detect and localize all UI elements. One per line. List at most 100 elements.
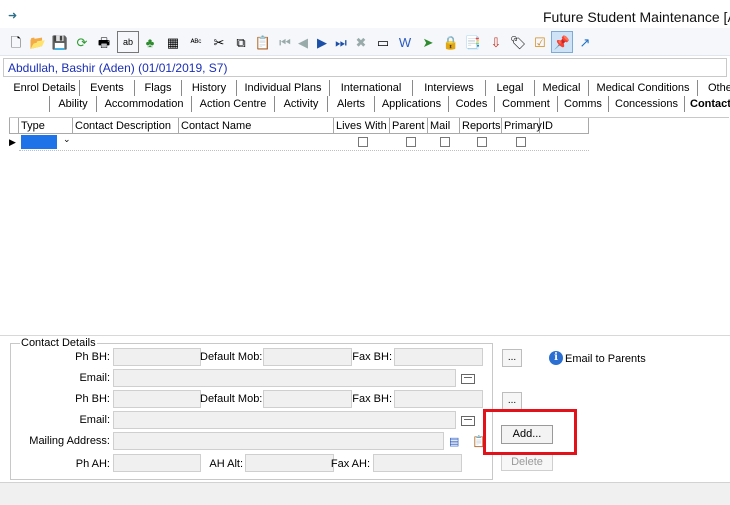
type-select[interactable]: ⌄ xyxy=(21,134,73,149)
fax-bh-field-1[interactable] xyxy=(394,348,483,366)
delete-button[interactable]: Delete xyxy=(501,454,553,471)
email-compose-icon-2[interactable] xyxy=(461,416,475,426)
copy-icon[interactable]: ⧉ xyxy=(230,31,252,53)
column-header-contact-name[interactable]: Contact Name xyxy=(179,118,334,134)
column-header-primary[interactable]: Primary xyxy=(502,118,542,134)
title-bar: ➜ Future Student Maintenance [A xyxy=(0,0,730,28)
email-field-1[interactable] xyxy=(113,369,456,387)
ellipsis-button-1[interactable]: ... xyxy=(502,349,522,367)
delete-icon[interactable]: ✖ xyxy=(350,31,372,53)
refresh-icon[interactable]: ⟳ xyxy=(71,31,93,53)
primary-checkbox[interactable] xyxy=(516,137,526,147)
contact-details-legend: Contact Details xyxy=(20,337,97,349)
lock-icon[interactable]: 🔒 xyxy=(440,31,462,53)
default-mob-field-1[interactable] xyxy=(263,348,352,366)
app-icon: ➜ xyxy=(8,10,18,22)
label-icon[interactable]: 🏷 xyxy=(507,31,529,53)
tab-action-centre[interactable]: Action Centre xyxy=(192,96,275,112)
text-field-icon[interactable]: ab xyxy=(117,31,139,53)
column-header-id[interactable]: ID xyxy=(540,118,589,134)
cut-icon[interactable]: ✂ xyxy=(208,31,230,53)
ph-bh-field-1[interactable] xyxy=(113,348,201,366)
tab-alerts[interactable]: Alerts xyxy=(328,96,375,112)
ph-bh-field-2[interactable] xyxy=(113,390,201,408)
highlight-annotation-box xyxy=(483,409,577,455)
export-icon[interactable]: ⇩ xyxy=(485,31,507,53)
tab-flags[interactable]: Flags xyxy=(135,80,182,96)
fax-ah-field[interactable] xyxy=(373,454,462,472)
tag-icon[interactable]: ➤ xyxy=(417,31,439,53)
tab-applications[interactable]: Applications xyxy=(375,96,449,112)
tab-history[interactable]: History xyxy=(182,80,237,96)
ph-ah-field[interactable] xyxy=(113,454,201,472)
column-header-parent[interactable]: Parent xyxy=(390,118,428,134)
chevron-down-icon[interactable]: ⌄ xyxy=(63,134,71,145)
tab-comment[interactable]: Comment xyxy=(495,96,558,112)
fax-bh-label-2: Fax BH: xyxy=(352,393,392,405)
goto-icon[interactable]: ↗ xyxy=(574,31,596,53)
tab-other[interactable]: Othe xyxy=(698,80,730,96)
fax-bh-field-2[interactable] xyxy=(394,390,483,408)
toolbar: 🗋 📂 💾 ⟳ 🖶 ab ♣ ▦ ᴬᴮᶜ ✂ ⧉ 📋 ⏮ ◀ ▶ ⏭ ✖ ▭ W… xyxy=(0,28,730,56)
email-to-parents-link[interactable]: Email to Parents xyxy=(565,353,646,365)
splitter[interactable] xyxy=(0,335,730,336)
word-icon[interactable]: W xyxy=(394,31,416,53)
mailing-address-label: Mailing Address: xyxy=(29,435,110,447)
checklist-icon[interactable]: ☑ xyxy=(529,31,551,53)
default-mob-label: Default Mob: xyxy=(200,351,263,363)
column-header-contact-description[interactable]: Contact Description xyxy=(73,118,179,134)
tab-interviews[interactable]: Interviews xyxy=(413,80,486,96)
tab-contact[interactable]: Contact xyxy=(685,96,730,112)
mail-checkbox[interactable] xyxy=(440,137,450,147)
last-record-icon[interactable]: ⏭ xyxy=(330,31,352,53)
contacts-grid[interactable]: Type Contact Description Contact Name Li… xyxy=(9,117,729,335)
tree-icon[interactable]: ♣ xyxy=(139,31,161,53)
field-icon[interactable]: ▭ xyxy=(372,31,394,53)
column-header-type[interactable]: Type xyxy=(19,118,73,134)
tab-enrol-details[interactable]: Enrol Details xyxy=(10,80,80,96)
tab-codes[interactable]: Codes xyxy=(449,96,495,112)
spellcheck-icon[interactable]: ᴬᴮᶜ xyxy=(185,31,207,53)
email-label-1: Email: xyxy=(79,372,110,384)
column-header-mail[interactable]: Mail xyxy=(428,118,460,134)
ph-bh-label: Ph BH: xyxy=(75,351,110,363)
window-title: Future Student Maintenance [A xyxy=(543,9,730,25)
tab-events[interactable]: Events xyxy=(80,80,135,96)
grid-header: Type Contact Description Contact Name Li… xyxy=(9,118,589,134)
save-icon[interactable]: 💾 xyxy=(49,31,71,53)
row-header-corner xyxy=(9,118,19,134)
parent-checkbox[interactable] xyxy=(406,137,416,147)
tab-ability[interactable]: Ability xyxy=(49,96,97,112)
column-header-reports[interactable]: Reports xyxy=(460,118,502,134)
tab-accommodation[interactable]: Accommodation xyxy=(97,96,192,112)
reports-checkbox[interactable] xyxy=(477,137,487,147)
status-bar xyxy=(0,482,730,505)
calculator-icon[interactable]: ▦ xyxy=(162,31,184,53)
tab-medical[interactable]: Medical xyxy=(535,80,589,96)
ah-alt-field[interactable] xyxy=(245,454,334,472)
new-icon[interactable]: 🗋 xyxy=(5,31,27,53)
print-icon[interactable]: 🖶 xyxy=(93,31,115,53)
open-icon[interactable]: 📂 xyxy=(27,31,49,53)
fax-bh-label: Fax BH: xyxy=(352,351,392,363)
address-lookup-icon[interactable]: ▤ xyxy=(449,435,459,448)
column-header-lives-with[interactable]: Lives With xyxy=(334,118,390,134)
tab-activity[interactable]: Activity xyxy=(275,96,328,112)
tab-comms[interactable]: Comms xyxy=(558,96,609,112)
fax-ah-label: Fax AH: xyxy=(330,458,370,470)
mailing-address-field[interactable] xyxy=(113,432,444,450)
lives-with-checkbox[interactable] xyxy=(358,137,368,147)
tab-concessions[interactable]: Concessions xyxy=(609,96,685,112)
default-mob-field-2[interactable] xyxy=(263,390,352,408)
tab-international[interactable]: International xyxy=(330,80,413,96)
tab-legal[interactable]: Legal xyxy=(486,80,535,96)
email-compose-icon[interactable] xyxy=(461,374,475,384)
tab-individual-plans[interactable]: Individual Plans xyxy=(237,80,330,96)
ellipsis-button-2[interactable]: ... xyxy=(502,392,522,410)
table-row[interactable]: ▶ ⌄ xyxy=(9,134,589,150)
email-field-2[interactable] xyxy=(113,411,456,429)
paste-icon[interactable]: 📋 xyxy=(252,31,274,53)
clipboard-icon[interactable]: 📑 xyxy=(462,31,484,53)
pin-icon[interactable]: 📌 xyxy=(551,31,573,53)
tab-medical-conditions[interactable]: Medical Conditions xyxy=(589,80,698,96)
